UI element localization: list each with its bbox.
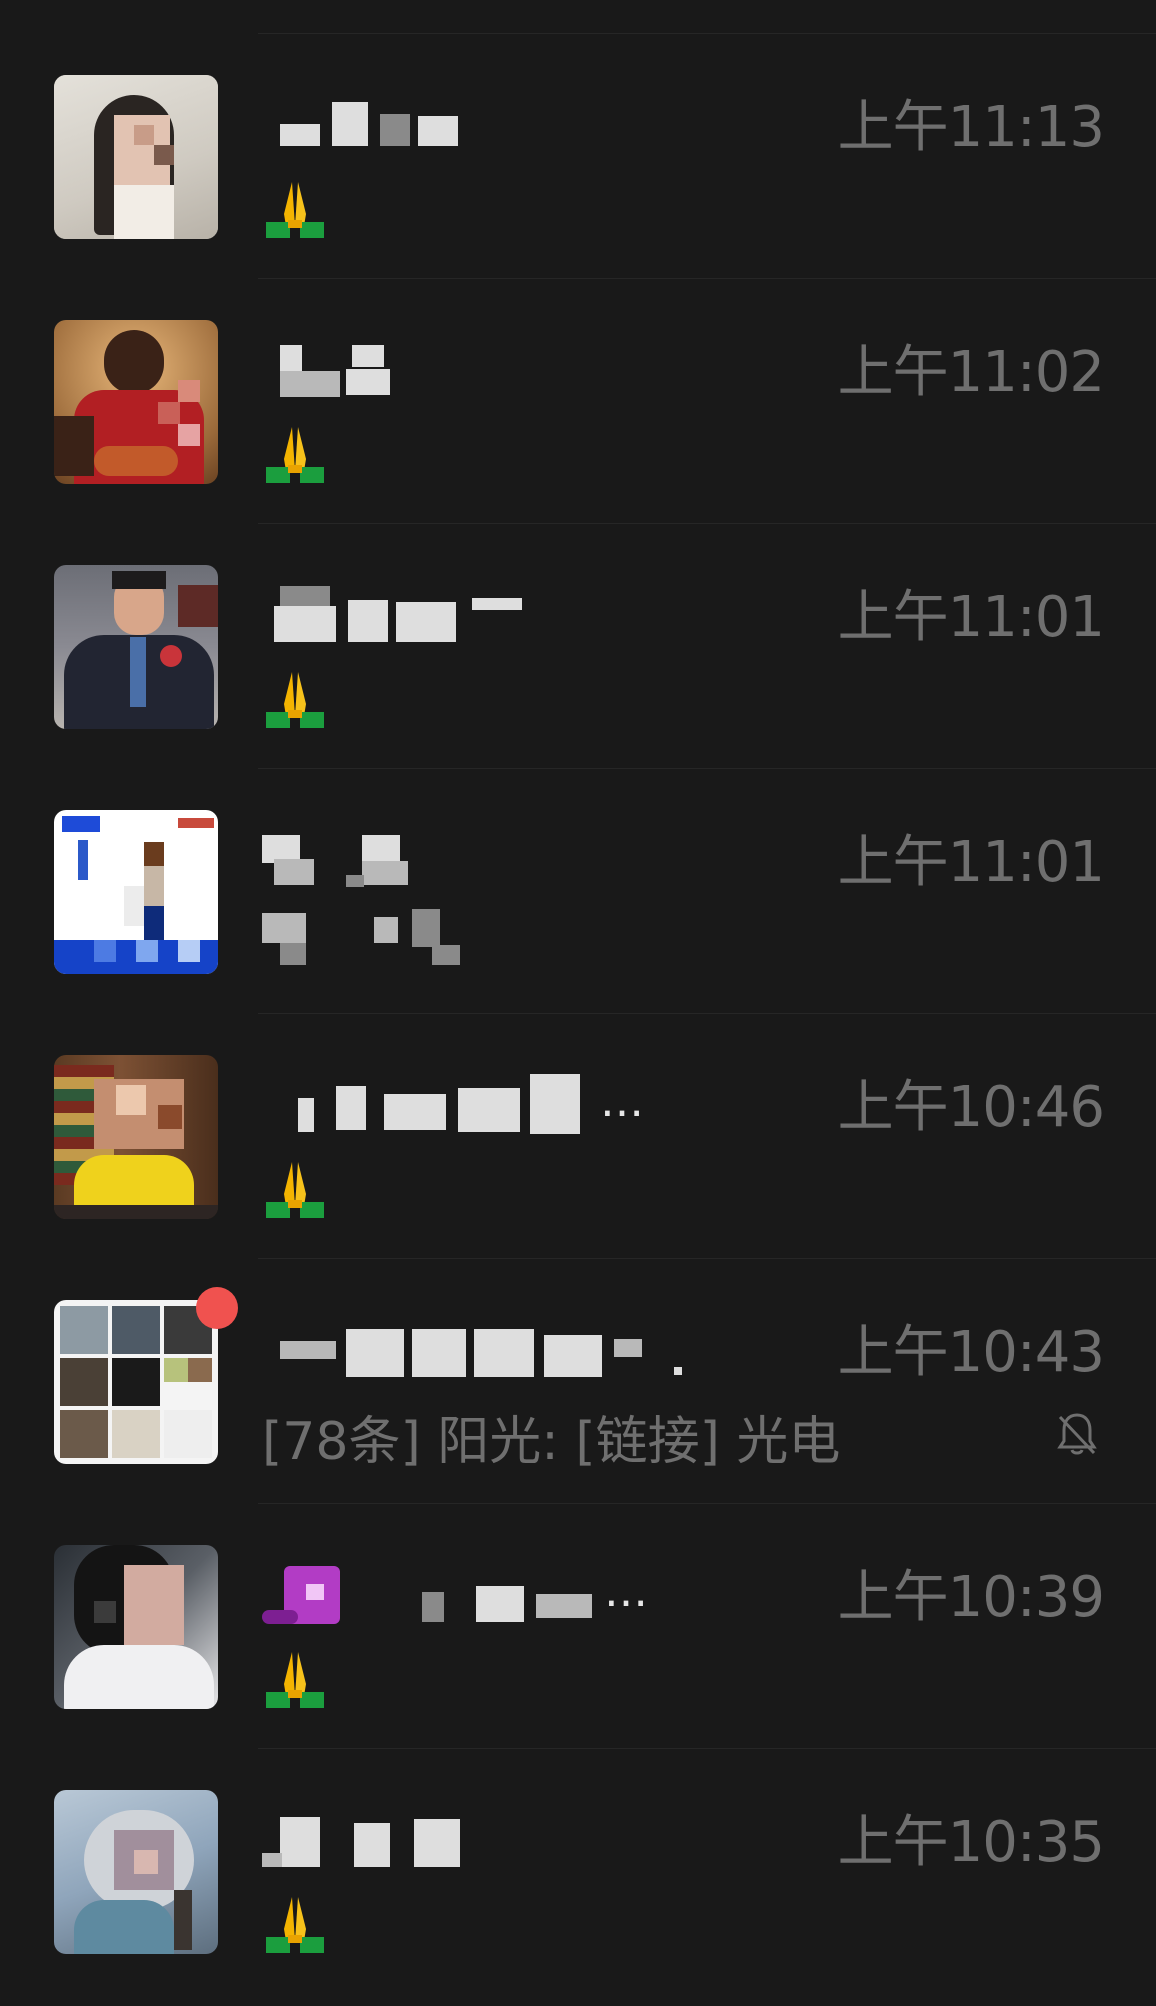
chat-preview: [78条] 阳光: [链接] 光电 — [262, 1412, 841, 1472]
chat-preview-redacted — [262, 907, 782, 967]
avatar[interactable] — [54, 1790, 218, 1954]
pray-emoji-icon — [266, 672, 324, 728]
chat-row[interactable]: 上午11:02 — [0, 279, 1156, 524]
chat-row[interactable]: … 上午10:46 — [0, 1014, 1156, 1259]
chat-name-redacted — [262, 339, 782, 399]
emoji-icon — [262, 1566, 340, 1624]
chat-row[interactable]: 上午10:43 [78条] 阳光: [链接] 光电 — [0, 1259, 1156, 1504]
avatar[interactable] — [54, 1055, 218, 1219]
avatar[interactable] — [54, 320, 218, 484]
mute-bell-icon — [1057, 1413, 1097, 1455]
chat-name-redacted — [262, 829, 782, 889]
chat-time: 上午10:43 — [837, 1320, 1105, 1385]
chat-row[interactable]: 上午10:35 — [0, 1749, 1156, 1994]
chat-name-redacted — [262, 584, 782, 644]
pray-emoji-icon — [266, 1652, 324, 1708]
chat-time: 上午10:46 — [837, 1075, 1105, 1140]
chat-list: 上午11:13 上午11:02 上午11:01 上午11:01 … 上午10:4… — [0, 0, 1156, 2006]
chat-time: 上午10:39 — [837, 1565, 1105, 1630]
avatar[interactable] — [54, 565, 218, 729]
avatar[interactable] — [54, 75, 218, 239]
chat-name-redacted — [262, 1809, 782, 1869]
avatar[interactable] — [54, 810, 218, 974]
chat-row[interactable]: 上午11:01 — [0, 769, 1156, 1014]
chat-time: 上午10:35 — [837, 1810, 1105, 1875]
chat-row[interactable]: 上午11:13 — [0, 34, 1156, 279]
pray-emoji-icon — [266, 1162, 324, 1218]
group-avatar[interactable] — [54, 1300, 218, 1464]
chat-row[interactable]: … 上午10:39 — [0, 1504, 1156, 1749]
chat-name-ellipsis: … — [604, 1566, 652, 1617]
chat-name-redacted — [262, 94, 782, 154]
chat-time: 上午11:01 — [837, 585, 1105, 650]
chat-row[interactable]: 上午11:01 — [0, 524, 1156, 769]
chat-time: 上午11:13 — [837, 95, 1105, 160]
unread-badge — [196, 1287, 238, 1329]
pray-emoji-icon — [266, 182, 324, 238]
pray-emoji-icon — [266, 427, 324, 483]
avatar[interactable] — [54, 1545, 218, 1709]
chat-time: 上午11:02 — [837, 340, 1105, 405]
chat-name-redacted — [262, 1319, 782, 1379]
chat-name-ellipsis: … — [600, 1076, 648, 1127]
chat-name-redacted: … — [262, 1564, 782, 1624]
chat-time: 上午11:01 — [837, 830, 1105, 895]
pray-emoji-icon — [266, 1897, 324, 1953]
chat-name-redacted: … — [262, 1074, 782, 1134]
